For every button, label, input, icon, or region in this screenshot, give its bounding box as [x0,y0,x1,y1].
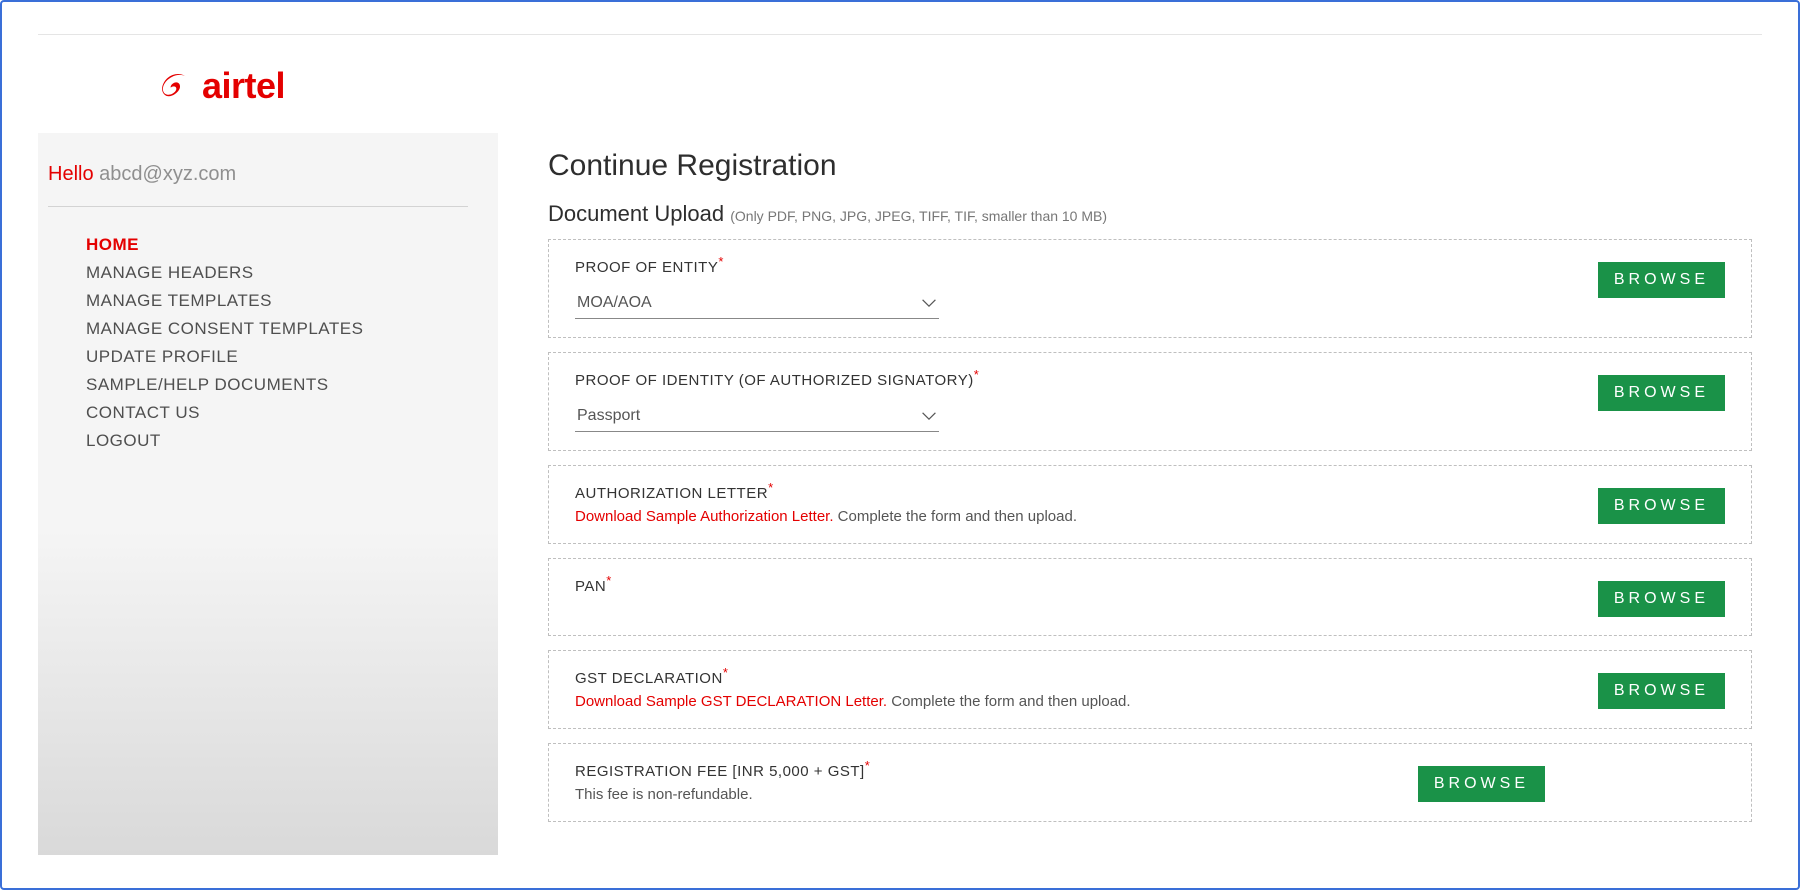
sidebar-item-manage-consent-templates[interactable]: MANAGE CONSENT TEMPLATES [86,315,468,343]
upload-label-text: PROOF OF ENTITY [575,259,718,276]
sidebar-item-logout[interactable]: LOGOUT [86,427,468,455]
required-star: * [606,573,612,588]
sidebar-item-sample-help-documents[interactable]: SAMPLE/HELP DOCUMENTS [86,371,468,399]
upload-label-gstdecl: GST DECLARATION* [575,665,1215,687]
page-title: Continue Registration [548,149,1752,183]
uploads-container: PROOF OF ENTITY*MOA/AOABROWSEPROOF OF ID… [548,239,1752,822]
upload-left: GST DECLARATION* Download Sample GST DECL… [575,665,1215,710]
sidebar-item-home[interactable]: HOME [86,231,468,259]
browse-button-identity[interactable]: BROWSE [1598,375,1725,411]
download-sample-link-gstdecl[interactable]: Download Sample GST DECLARATION Letter. [575,693,887,710]
select-value: Passport [577,407,640,425]
upload-card-pan: PAN* BROWSE [548,558,1752,636]
required-star: * [718,254,724,269]
sidebar-item-manage-headers[interactable]: MANAGE HEADERS [86,259,468,287]
upload-label-identity: PROOF OF IDENTITY (OF AUTHORIZED SIGNATO… [575,367,1215,389]
upload-card-gstdecl: GST DECLARATION* Download Sample GST DECL… [548,650,1752,729]
chevron-down-icon [921,411,937,421]
required-star: * [768,480,774,495]
helper-text: Download Sample Authorization Letter. Co… [575,508,1215,525]
select-entity[interactable]: MOA/AOA [575,290,939,319]
section-title: Document Upload (Only PDF, PNG, JPG, JPE… [548,201,1752,227]
brand-logo: airtel [38,35,1762,133]
sidebar-nav: HOMEMANAGE HEADERSMANAGE TEMPLATESMANAGE… [48,231,468,455]
body-row: Hello abcd@xyz.com HOMEMANAGE HEADERSMAN… [38,133,1762,855]
upload-left: PROOF OF ENTITY* MOA/AOA [575,254,1215,319]
select-identity[interactable]: Passport [575,403,939,432]
app-frame: airtel Hello abcd@xyz.com HOMEMANAGE HEA… [0,0,1800,890]
upload-label-text: PROOF OF IDENTITY (OF AUTHORIZED SIGNATO… [575,372,974,389]
browse-button-gstdecl[interactable]: BROWSE [1598,673,1725,709]
upload-left: AUTHORIZATION LETTER* Download Sample Aut… [575,480,1215,525]
sidebar: Hello abcd@xyz.com HOMEMANAGE HEADERSMAN… [38,133,498,855]
required-star: * [865,758,871,773]
upload-label-text: GST DECLARATION [575,670,723,687]
airtel-swirl-icon [158,69,192,103]
browse-button-pan[interactable]: BROWSE [1598,581,1725,617]
download-sample-link-authletter[interactable]: Download Sample Authorization Letter. [575,508,834,525]
sidebar-divider [48,206,468,207]
upload-card-regfee: REGISTRATION FEE [INR 5,000 + GST]* This … [548,743,1752,822]
upload-left: REGISTRATION FEE [INR 5,000 + GST]* This … [575,758,1215,803]
upload-label-pan: PAN* [575,573,1215,595]
upload-left: PAN* [575,573,1215,595]
upload-card-authletter: AUTHORIZATION LETTER* Download Sample Aut… [548,465,1752,544]
upload-left: PROOF OF IDENTITY (OF AUTHORIZED SIGNATO… [575,367,1215,432]
greeting-email: abcd@xyz.com [99,163,236,185]
greeting-prefix: Hello [48,163,94,185]
main-panel: Continue Registration Document Upload (O… [498,133,1762,855]
sidebar-item-manage-templates[interactable]: MANAGE TEMPLATES [86,287,468,315]
required-star: * [974,367,980,382]
helper-rest: Complete the form and then upload. [887,693,1131,710]
greeting: Hello abcd@xyz.com [48,163,468,186]
helper-text: This fee is non-refundable. [575,786,1215,803]
upload-label-authletter: AUTHORIZATION LETTER* [575,480,1215,502]
upload-card-entity: PROOF OF ENTITY* MOA/AOA BROWSE [548,239,1752,338]
upload-label-text: PAN [575,578,606,595]
brand-name: airtel [202,65,285,107]
sidebar-item-update-profile[interactable]: UPDATE PROFILE [86,343,468,371]
chevron-down-icon [921,298,937,308]
browse-button-authletter[interactable]: BROWSE [1598,488,1725,524]
helper-rest: Complete the form and then upload. [834,508,1078,525]
sidebar-item-contact-us[interactable]: CONTACT US [86,399,468,427]
upload-label-regfee: REGISTRATION FEE [INR 5,000 + GST]* [575,758,1215,780]
required-star: * [723,665,729,680]
select-value: MOA/AOA [577,294,652,312]
browse-button-entity[interactable]: BROWSE [1598,262,1725,298]
helper-text: Download Sample GST DECLARATION Letter. … [575,693,1215,710]
section-label: Document Upload [548,201,724,226]
upload-card-identity: PROOF OF IDENTITY (OF AUTHORIZED SIGNATO… [548,352,1752,451]
upload-label-entity: PROOF OF ENTITY* [575,254,1215,276]
section-hint: (Only PDF, PNG, JPG, JPEG, TIFF, TIF, sm… [730,208,1107,224]
browse-button-regfee[interactable]: BROWSE [1418,766,1545,802]
upload-label-text: AUTHORIZATION LETTER [575,485,768,502]
upload-label-text: REGISTRATION FEE [INR 5,000 + GST] [575,763,865,780]
